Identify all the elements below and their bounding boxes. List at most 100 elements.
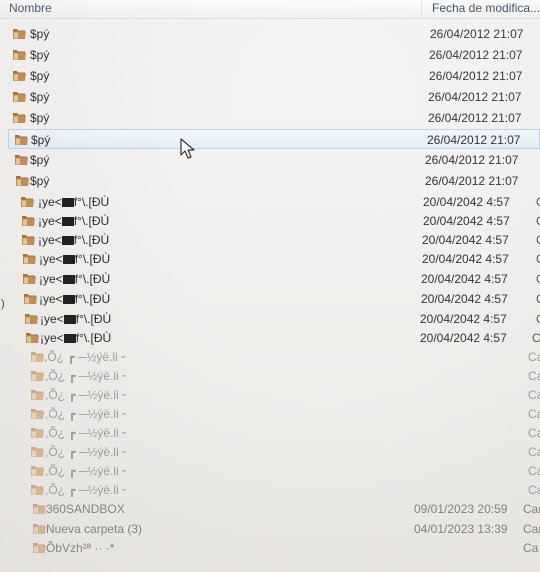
folder-icon bbox=[21, 233, 36, 246]
folder-icon bbox=[21, 214, 36, 227]
file-date: 26/04/2012 21:07 bbox=[429, 69, 523, 83]
folder-icon bbox=[30, 350, 45, 363]
name-column-header[interactable]: Nombre bbox=[9, 1, 422, 17]
file-row[interactable]: ¡ye< f°\.[ĐÙ 20/04/2042 4:57 Ca bbox=[8, 328, 540, 348]
file-row[interactable]: ,Õ¿ ┏ ─½ýë.li╶ Ca bbox=[8, 442, 540, 462]
unprintable-char-block bbox=[61, 236, 74, 245]
file-name-suffix: f°\.[ĐÙ bbox=[75, 331, 112, 345]
file-row[interactable]: ¡ye< f°\.[ĐÙ 20/04/2042 4:57 C bbox=[8, 192, 540, 212]
file-row[interactable]: Nueva carpeta (3) 04/01/2023 13:39 Car bbox=[8, 519, 540, 539]
folder-icon bbox=[23, 292, 38, 305]
file-date: 04/01/2023 13:39 bbox=[414, 522, 508, 536]
folder-icon bbox=[12, 90, 27, 103]
file-name: ¡ye< f°\.[ĐÙ bbox=[39, 292, 110, 306]
folder-icon bbox=[22, 252, 37, 265]
file-type: C bbox=[536, 292, 540, 306]
date-column-header[interactable]: Fecha de modifica... bbox=[432, 1, 540, 17]
file-name-prefix: ¡ye< bbox=[40, 312, 64, 326]
file-name-prefix: ¡ye< bbox=[38, 233, 62, 247]
file-date: 20/04/2042 4:57 bbox=[422, 252, 509, 266]
file-row[interactable]: ¡ye< f°\.[ĐÙ 20/04/2042 4:57 C bbox=[8, 211, 540, 231]
unprintable-char-block bbox=[63, 334, 76, 343]
folder-icon bbox=[14, 133, 29, 146]
file-date: 09/01/2023 20:59 bbox=[414, 502, 508, 516]
file-row[interactable]: $pý 26/04/2012 21:07 bbox=[8, 171, 540, 191]
folder-icon bbox=[12, 48, 27, 61]
file-name: $pý bbox=[30, 48, 50, 62]
file-type: Ca bbox=[528, 445, 540, 459]
file-name-prefix: ¡ye< bbox=[38, 195, 62, 209]
file-type: Ca bbox=[528, 426, 540, 440]
file-name-prefix: ¡ye< bbox=[40, 331, 64, 345]
file-name: ¡ye< f°\.[ĐÙ bbox=[39, 272, 110, 286]
unprintable-char-block bbox=[62, 275, 75, 284]
file-name: $pý bbox=[30, 90, 50, 104]
file-row[interactable]: ,Õ¿ ┏ ─½ýë.li╶ Ca bbox=[8, 366, 540, 386]
folder-icon bbox=[30, 445, 45, 458]
mouse-cursor-icon bbox=[180, 138, 195, 159]
folder-icon bbox=[30, 426, 45, 439]
unprintable-char-block bbox=[61, 217, 74, 226]
folder-icon bbox=[25, 331, 40, 344]
file-row[interactable]: ,Õ¿ ┏ ─½ýë.li╶ Ca bbox=[8, 480, 540, 500]
file-type: Ca bbox=[528, 407, 540, 421]
file-row[interactable]: ,Õ¿ ┏ ─½ýë.li╶ Ca bbox=[8, 404, 540, 424]
file-row[interactable]: 360SANDBOX 09/01/2023 20:59 Car bbox=[8, 499, 540, 519]
file-date: 20/04/2042 4:57 bbox=[423, 195, 510, 209]
file-row[interactable]: ¡ye< f°\.[ĐÙ 20/04/2042 4:57 C bbox=[8, 230, 540, 250]
folder-icon bbox=[30, 407, 45, 420]
file-row[interactable]: ¡ye< f°\.[ĐÙ 20/04/2042 4:57 C bbox=[8, 269, 540, 289]
folder-icon bbox=[12, 111, 27, 124]
file-type: C bbox=[536, 312, 540, 326]
folder-icon bbox=[30, 464, 45, 477]
file-type: C bbox=[536, 272, 540, 286]
file-name: $pý bbox=[30, 27, 50, 41]
file-name: ,Õ¿ ┏ ─½ýë.li╶ bbox=[45, 445, 126, 459]
file-row[interactable]: ,Õ¿ ┏ ─½ýë.li╶ Ca bbox=[8, 423, 540, 443]
file-name: Nueva carpeta (3) bbox=[46, 522, 143, 536]
file-date: 20/04/2042 4:57 bbox=[423, 214, 510, 228]
file-date: 20/04/2042 4:57 bbox=[422, 233, 509, 247]
file-type: Ca bbox=[523, 541, 539, 555]
file-row[interactable]: ,Õ¿ ┏ ─½ýë.li╶ Ca bbox=[8, 461, 540, 481]
file-row[interactable]: ÕbVzh²ª ·· ·* Ca bbox=[8, 538, 540, 558]
folder-icon bbox=[12, 69, 27, 82]
file-name: ,Õ¿ ┏ ─½ýë.li╶ bbox=[45, 483, 126, 497]
file-date: 26/04/2012 21:07 bbox=[428, 111, 522, 125]
file-type: C bbox=[536, 233, 540, 247]
file-type: Car bbox=[523, 502, 540, 516]
file-row[interactable]: ,Õ¿ ┏ ─½ýë.li╶ Ca bbox=[8, 347, 540, 367]
file-row[interactable]: $pý 26/04/2012 21:07 bbox=[8, 108, 540, 128]
file-row[interactable]: ¡ye< f°\.[ĐÙ 20/04/2042 4:57 C bbox=[8, 249, 540, 269]
folder-icon bbox=[14, 153, 29, 166]
folder-icon bbox=[32, 541, 47, 554]
file-row[interactable]: ¡ye< f°\.[ĐÙ 20/04/2042 4:57 C bbox=[8, 309, 540, 329]
file-name: $pý bbox=[30, 153, 50, 167]
file-date: 26/04/2012 21:07 bbox=[425, 174, 519, 188]
file-date: 26/04/2012 21:07 bbox=[430, 27, 524, 41]
file-name: ¡ye< f°\.[ĐÙ bbox=[38, 233, 109, 247]
file-row[interactable]: $pý 26/04/2012 21:07 bbox=[8, 66, 540, 86]
file-date: 26/04/2012 21:07 bbox=[428, 90, 522, 104]
file-row[interactable]: $pý 26/04/2012 21:07 bbox=[8, 150, 540, 170]
file-date: 20/04/2042 4:57 bbox=[421, 292, 508, 306]
file-name: ¡ye< f°\.[ĐÙ bbox=[40, 331, 111, 345]
folder-icon bbox=[30, 483, 45, 496]
folder-icon bbox=[12, 27, 27, 40]
file-row-selected[interactable]: $pý 26/04/2012 21:07 bbox=[8, 129, 540, 149]
file-explorer: Nombre Fecha de modifica... $pý 26/04/201… bbox=[0, 0, 540, 572]
file-name-suffix: f°\.[ĐÙ bbox=[74, 272, 111, 286]
file-name-prefix: ¡ye< bbox=[39, 292, 63, 306]
file-row[interactable]: $pý 26/04/2012 21:07 bbox=[8, 45, 540, 65]
file-name: ,Õ¿ ┏ ─½ýë.li╶ bbox=[44, 350, 125, 364]
file-row[interactable]: $pý 26/04/2012 21:07 bbox=[8, 87, 540, 107]
file-row[interactable]: ¡ye< f°\.[ĐÙ 20/04/2042 4:57 C bbox=[8, 289, 540, 309]
file-name: ,Õ¿ ┏ ─½ýë.li╶ bbox=[45, 426, 126, 440]
file-date: 26/04/2012 21:07 bbox=[427, 133, 521, 147]
file-name: $pý bbox=[30, 69, 50, 83]
file-row[interactable]: $pý 26/04/2012 21:07 bbox=[8, 24, 540, 44]
file-name: ,Õ¿ ┏ ─½ýë.li╶ bbox=[45, 464, 126, 478]
file-row[interactable]: ,Õ¿ ┏ ─½ýë.li╶ Ca bbox=[8, 385, 540, 405]
file-name-suffix: f°\.[ĐÙ bbox=[73, 214, 110, 228]
folder-icon bbox=[30, 388, 45, 401]
